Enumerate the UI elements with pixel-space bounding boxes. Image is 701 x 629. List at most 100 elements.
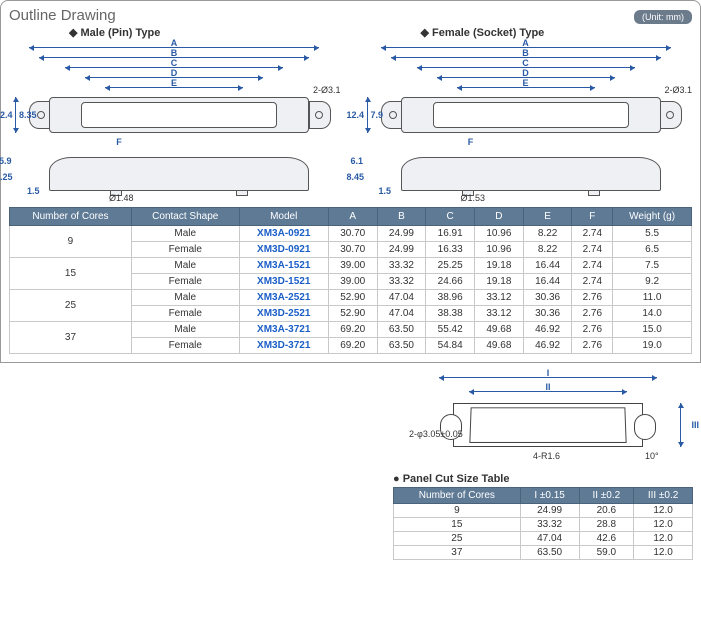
title-row: Outline Drawing (Unit: mm) <box>9 7 692 24</box>
th-model: Model <box>239 208 328 226</box>
panel-cut-table: Number of Cores I ±0.15 II ±0.2 III ±0.2… <box>393 487 693 560</box>
table-row: 9MaleXM3A-092130.7024.9916.9110.968.222.… <box>10 226 692 242</box>
cell-c: 38.38 <box>426 306 475 322</box>
cell-weight: 9.2 <box>613 274 692 290</box>
cell-d: 10.96 <box>475 226 524 242</box>
spec-header-row: Number of Cores Contact Shape Model A B … <box>10 208 692 226</box>
cell-shape: Female <box>131 242 239 258</box>
dim-iii: III <box>691 420 699 430</box>
male-schematic: A B C D E 2-Ø3.1 12.4 8.35 F <box>9 41 341 201</box>
cell-c: 38.96 <box>426 290 475 306</box>
cell-model: XM3D-3721 <box>239 338 328 354</box>
cell-shape: Male <box>131 258 239 274</box>
dim-d: D <box>522 68 529 78</box>
cell-weight: 11.0 <box>613 290 692 306</box>
cell-iii: 12.0 <box>634 532 693 546</box>
hole-spec: 2-Ø3.1 <box>313 85 341 95</box>
side-v2: 8.45 <box>347 172 365 182</box>
cell-d: 10.96 <box>475 242 524 258</box>
cell-shape: Male <box>131 290 239 306</box>
spec-table: Number of Cores Contact Shape Model A B … <box>9 207 692 354</box>
dim-f: F <box>116 137 122 147</box>
cell-shape: Female <box>131 338 239 354</box>
cell-i: 33.32 <box>520 518 579 532</box>
connector-body <box>433 102 629 128</box>
male-label: Male (Pin) Type <box>69 26 341 39</box>
dim-c: C <box>522 58 529 68</box>
cell-a: 69.20 <box>328 338 377 354</box>
cell-shape: Male <box>131 226 239 242</box>
cell-e: 30.36 <box>523 306 572 322</box>
cell-b: 33.32 <box>377 274 426 290</box>
dim-v1: 12.4 <box>347 110 365 120</box>
cell-d: 19.18 <box>475 274 524 290</box>
cell-f: 2.76 <box>572 338 613 354</box>
panel-angle: 10° <box>645 451 659 461</box>
cell-e: 46.92 <box>523 322 572 338</box>
dim-b: B <box>522 48 529 58</box>
connector-body <box>81 102 277 128</box>
cell-f: 2.76 <box>572 290 613 306</box>
cell-iii: 12.0 <box>634 504 693 518</box>
cell-cores: 25 <box>10 290 132 322</box>
cell-weight: 19.0 <box>613 338 692 354</box>
dim-a: A <box>171 38 178 48</box>
cell-shape: Female <box>131 274 239 290</box>
side-v3: 1.5 <box>379 186 392 196</box>
panel-cut-title: Panel Cut Size Table <box>393 473 693 485</box>
outline-drawing-panel: Outline Drawing (Unit: mm) Male (Pin) Ty… <box>0 0 701 363</box>
cell-b: 63.50 <box>377 322 426 338</box>
cell-cores: 9 <box>394 504 521 518</box>
pth-iii: III ±0.2 <box>634 488 693 504</box>
side-v1: 5.9 <box>0 156 12 166</box>
cell-a: 52.90 <box>328 306 377 322</box>
cell-cores: 9 <box>10 226 132 258</box>
table-row: 1533.3228.812.0 <box>394 518 693 532</box>
side-v3: 1.5 <box>27 186 40 196</box>
th-d: D <box>475 208 524 226</box>
side-view <box>49 157 309 191</box>
side-view <box>401 157 661 191</box>
cell-e: 46.92 <box>523 338 572 354</box>
pth-cores: Number of Cores <box>394 488 521 504</box>
pin-dia: Ø1.48 <box>109 193 134 203</box>
cell-model: XM3D-0921 <box>239 242 328 258</box>
cell-ii: 59.0 <box>579 546 634 560</box>
cell-d: 33.12 <box>475 306 524 322</box>
pth-i: I ±0.15 <box>520 488 579 504</box>
cell-f: 2.74 <box>572 242 613 258</box>
female-schematic: A B C D E 2-Ø3.1 12.4 7.9 F <box>361 41 693 201</box>
cell-weight: 5.5 <box>613 226 692 242</box>
cell-d: 19.18 <box>475 258 524 274</box>
cell-cores: 37 <box>394 546 521 560</box>
cell-i: 24.99 <box>520 504 579 518</box>
female-label: Female (Socket) Type <box>421 26 693 39</box>
panel-radius: 4-R1.6 <box>533 451 560 461</box>
th-e: E <box>523 208 572 226</box>
cell-model: XM3A-3721 <box>239 322 328 338</box>
hole-spec: 2-Ø3.1 <box>664 85 692 95</box>
cell-ii: 20.6 <box>579 504 634 518</box>
cell-f: 2.74 <box>572 226 613 242</box>
dim-b: B <box>171 48 178 58</box>
mount-hole-right <box>666 111 674 119</box>
side-v1: 6.1 <box>351 156 364 166</box>
cell-ii: 42.6 <box>579 532 634 546</box>
cell-model: XM3D-1521 <box>239 274 328 290</box>
cell-weight: 7.5 <box>613 258 692 274</box>
cell-c: 16.33 <box>426 242 475 258</box>
cell-cores: 25 <box>394 532 521 546</box>
cell-e: 16.44 <box>523 274 572 290</box>
cell-iii: 12.0 <box>634 518 693 532</box>
cell-a: 69.20 <box>328 322 377 338</box>
th-weight: Weight (g) <box>613 208 692 226</box>
cell-c: 25.25 <box>426 258 475 274</box>
unit-badge: (Unit: mm) <box>634 10 692 24</box>
cell-e: 8.22 <box>523 226 572 242</box>
cell-c: 24.66 <box>426 274 475 290</box>
cell-b: 47.04 <box>377 306 426 322</box>
dim-d: D <box>171 68 178 78</box>
table-row: 25MaleXM3A-252152.9047.0438.9633.1230.36… <box>10 290 692 306</box>
cell-d: 49.68 <box>475 322 524 338</box>
cell-ii: 28.8 <box>579 518 634 532</box>
